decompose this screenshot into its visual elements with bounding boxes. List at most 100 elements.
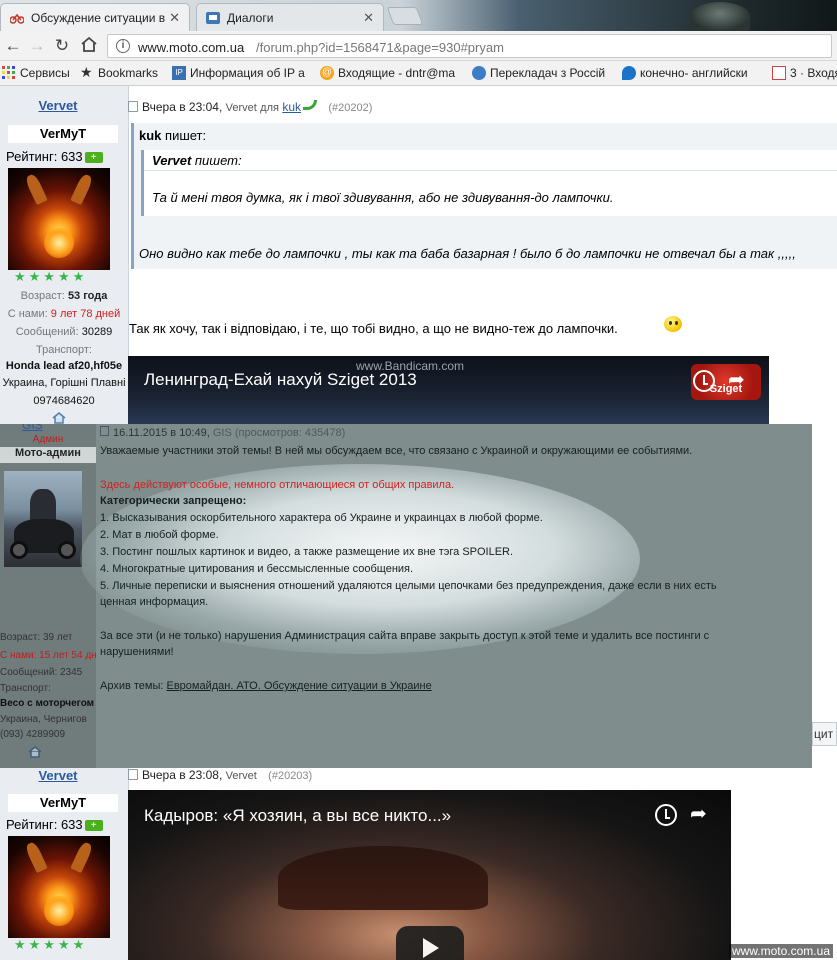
tab-dialogs[interactable]: Диалоги ✕ (196, 3, 384, 31)
pinned-rule-1: 1. Высказывания оскорбительного характер… (100, 512, 543, 524)
pinned-role: Админ (32, 434, 64, 445)
pinned-avatar (4, 471, 82, 567)
post1-body: Так як хочу, так і відповідаю, і те, що … (129, 321, 618, 336)
forward-icon[interactable]: → (26, 36, 48, 56)
rating-plus-icon[interactable]: + (84, 820, 103, 832)
bookmark-label: Перекладач з Россій (490, 66, 606, 80)
pinned-rule-3: 3. Постинг пошлых картинок и видео, а та… (100, 546, 514, 558)
post1-user-panel: Vervet VerMyT Рейтинг: 633 + ★★★★★ Возрас… (0, 86, 128, 424)
reply-arrow-icon (303, 100, 317, 110)
pinned-author-link[interactable]: GIS (22, 424, 43, 432)
star-icon: ★ (80, 64, 93, 80)
back-icon[interactable]: ← (2, 36, 24, 56)
screenshot-root: Обсуждение ситуации в ✕ Диалоги ✕ ← → ↻ … (0, 0, 837, 960)
bookmark-english[interactable]: конечно- английски (622, 66, 748, 80)
post2-user-title: VerMyT (8, 794, 118, 812)
pinned-forbidden-heading: Категорически запрещено: (100, 495, 247, 507)
bookmark-label: Информация об IP a (190, 66, 305, 80)
post2-video-embed[interactable]: Кадыров: «Я хозяин, а вы все никто...» ➦ (128, 790, 731, 960)
post2-stars: ★★★★★ (14, 937, 88, 952)
site-watermark: www.moto.com.ua (728, 944, 833, 958)
dialog-favicon-icon (206, 12, 220, 24)
highlight-glow (80, 464, 640, 654)
share-icon[interactable]: ➦ (690, 804, 707, 824)
bookmark-label: Bookmarks (98, 66, 159, 80)
new-tab-button[interactable] (386, 7, 424, 25)
pinned-phone: (093) 4289909 (0, 729, 66, 740)
bookmarks-bar: Сервисы ★ Bookmarks IP Информация об IP … (0, 61, 837, 86)
post1-video-embed[interactable]: www.Bandicam.com Ленинград-Ехай нахуй Sz… (128, 356, 769, 426)
bookmark-ip-info[interactable]: IP Информация об IP a (172, 66, 305, 80)
post2-number[interactable]: (#20203) (268, 770, 312, 782)
post1-reply-to-link[interactable]: kuk (282, 100, 301, 114)
bookmark-inbox[interactable]: @ Входящие - dntr@ma (320, 66, 455, 80)
nested-quote-header: Vervet пишет: (152, 153, 242, 168)
post1-number[interactable]: (#20202) (328, 102, 372, 114)
close-icon[interactable]: ✕ (363, 10, 374, 26)
address-bar[interactable]: i www.moto.com.ua /forum.php?id=1568471&… (107, 34, 832, 58)
pinned-intro: Уважаемые участники этой темы! В ней мы … (100, 445, 693, 457)
browser-toolbar: ← → ↻ i www.moto.com.ua /forum.php?id=15… (0, 31, 837, 61)
tab-forum[interactable]: Обсуждение ситуации в ✕ (0, 3, 190, 31)
pinned-user-panel: GIS Админ Мото-админ Возраст: 39 лет С н… (0, 424, 96, 768)
post2-header: Вчера в 23:08, Vervet (#20203) (128, 768, 312, 782)
post1-quote: kuk пишет: Vervet пишет: Та й мені твоя … (131, 123, 837, 269)
pinned-with-us: С нами: 15 лет 54 дня (0, 650, 96, 661)
smiley-icon (656, 312, 686, 334)
pinned-admin-note-cont: нарушениями! (100, 646, 174, 658)
post1-transport-label: Транспорт: (36, 344, 92, 356)
post1-user-title: VerMyT (8, 125, 118, 143)
post1-with-us: С нами: 9 лет 78 дней (7, 308, 121, 320)
pinned-age: Возраст: 39 лет (0, 632, 73, 643)
play-button[interactable] (396, 926, 464, 960)
post2-video-title[interactable]: Кадыров: «Я хозяин, а вы все никто...» (144, 806, 451, 826)
post1-avatar (8, 168, 110, 270)
pinned-rules-post: GIS Админ Мото-админ Возраст: 39 лет С н… (0, 424, 812, 768)
pinned-rule-2: 2. Мат в любой форме. (100, 529, 219, 541)
gmail-icon (772, 66, 786, 80)
divider (144, 170, 837, 171)
watch-later-icon[interactable] (655, 804, 677, 826)
post1-location: Украина, Горішні Плавні (2, 377, 126, 389)
post2-rating: Рейтинг: 633 + (6, 817, 103, 832)
post2-avatar (8, 836, 110, 938)
nested-quote-text: Та й мені твоя думка, як і твої здивуван… (152, 190, 614, 205)
post1-author-link[interactable]: Vervet (0, 98, 116, 113)
mail-icon: @ (320, 66, 334, 80)
apps-icon (2, 66, 16, 80)
home-icon[interactable] (78, 36, 100, 56)
pinned-user-title: Мото-админ (0, 447, 96, 463)
pinned-location: Украина, Чернигов (0, 714, 87, 725)
info-icon[interactable]: i (116, 39, 130, 53)
watch-later-icon[interactable] (693, 370, 715, 392)
quote-header: kuk пишет: (139, 128, 207, 143)
url-path: /forum.php?id=1568471&page=930#pryam (256, 40, 504, 55)
house-icon[interactable] (52, 412, 66, 424)
bookmark-bookmarks[interactable]: ★ Bookmarks (80, 64, 159, 80)
pinned-admin-note: За все эти (и не только) нарушения Админ… (100, 630, 710, 642)
bookmark-gmail[interactable]: 3 · Входя (772, 66, 837, 80)
moto-favicon-icon (9, 12, 25, 24)
house-icon[interactable] (28, 746, 42, 758)
post1-header: Вчера в 23:04, Vervet для kuk (#20202) (128, 100, 372, 114)
pinned-header: 16.11.2015 в 10:49, GIS (просмотров: 435… (100, 426, 345, 439)
bookmark-label: 3 · Входя (790, 66, 837, 80)
bookmark-label: конечно- английски (640, 66, 748, 80)
pinned-rule-5: 5. Личные переписки и выяснения отношени… (100, 580, 717, 592)
post1-age: Возраст: 53 года (20, 290, 108, 302)
post2-author-link[interactable]: Vervet (0, 768, 116, 783)
bookmark-translator[interactable]: Перекладач з Россій (472, 66, 605, 80)
nested-quote: Vervet пишет: Та й мені твоя думка, як і… (141, 150, 837, 216)
quote-button[interactable]: цит (812, 722, 837, 746)
window-background (520, 0, 837, 31)
rating-plus-icon[interactable]: + (84, 152, 103, 164)
bookmark-apps[interactable]: Сервисы (2, 66, 70, 80)
share-icon[interactable]: ➦ (728, 370, 745, 390)
pinned-transport-label: Транспорт: (0, 683, 51, 694)
close-icon[interactable]: ✕ (169, 10, 180, 26)
archive-link[interactable]: Евромайдан. АТО. Обсуждение ситуации в У… (167, 680, 432, 692)
post1-video-title[interactable]: Ленинград-Ехай нахуй Sziget 2013 (144, 370, 417, 390)
reload-icon[interactable]: ↻ (51, 36, 73, 56)
video-frame-hat (278, 846, 488, 910)
bookmark-label: Входящие - dntr@ma (338, 66, 456, 80)
